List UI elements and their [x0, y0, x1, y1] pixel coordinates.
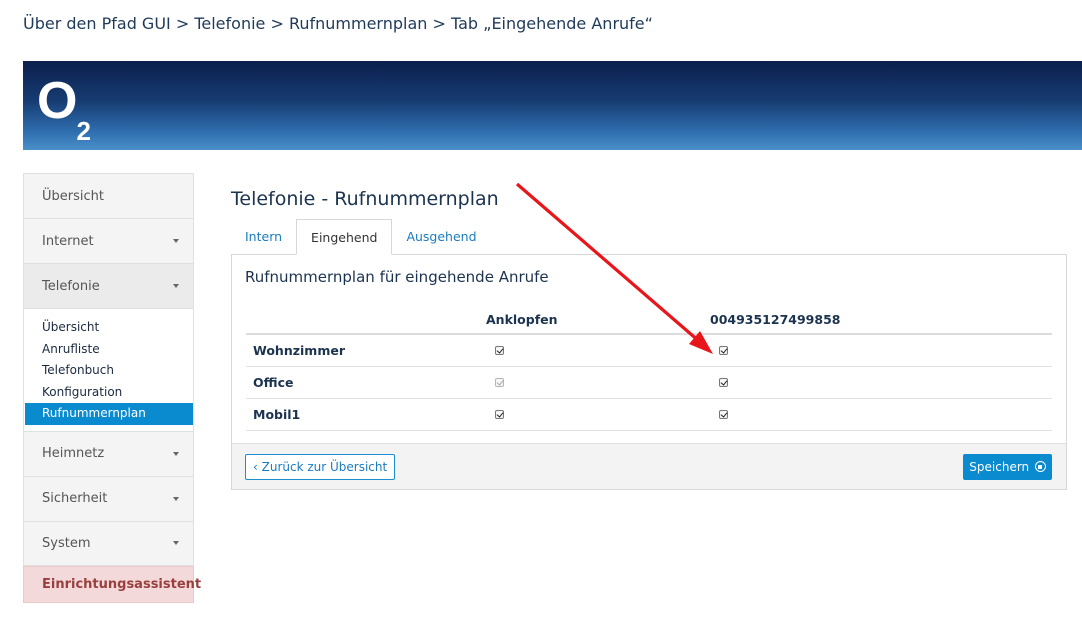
content-panel: Rufnummernplan für eingehende Anrufe Ank… [231, 254, 1067, 490]
row-label: Office [253, 375, 294, 390]
panel-footer: ‹ Zurück zur Übersicht Speichern [232, 443, 1066, 489]
telefonie-subnav: Übersicht Anrufliste Telefonbuch Konfigu… [23, 308, 194, 431]
table-row: Office [246, 367, 1052, 399]
sidebar: Übersicht Internet Telefonie Übersicht A… [23, 173, 201, 603]
subnav-item-konfiguration[interactable]: Konfiguration [24, 382, 193, 404]
save-icon [1035, 461, 1046, 472]
column-header-number: 004935127499858 [710, 312, 841, 327]
save-button-label: Speichern [969, 460, 1030, 474]
number-checkbox[interactable] [719, 410, 728, 419]
tab-ausgehend[interactable]: Ausgehend [392, 219, 490, 255]
table-row: Wohnzimmer [246, 335, 1052, 367]
column-header-anklopfen: Anklopfen [486, 312, 558, 327]
tab-bar: Intern Eingehend Ausgehend [231, 219, 491, 255]
anklopfen-checkbox [495, 378, 504, 387]
caret-down-icon [173, 496, 179, 501]
logo-letter: O [37, 72, 78, 130]
panel-title: Rufnummernplan für eingehende Anrufe [245, 268, 549, 286]
table-row: Mobil1 [246, 399, 1052, 431]
number-plan-table: Anklopfen 004935127499858 Wohnzimmer Off… [246, 307, 1052, 431]
sidebar-item-label: Telefonie [42, 278, 100, 294]
o2-logo[interactable]: O2 [37, 71, 91, 147]
subnav-item-uebersicht[interactable]: Übersicht [24, 317, 193, 339]
subnav-item-anrufliste[interactable]: Anrufliste [24, 339, 193, 361]
sidebar-item-uebersicht[interactable]: Übersicht [23, 173, 194, 218]
sidebar-item-label: System [42, 535, 91, 551]
sidebar-item-label: Übersicht [42, 188, 104, 204]
caret-down-icon [173, 541, 179, 545]
sidebar-item-label: Sicherheit [42, 491, 108, 506]
caret-down-icon [173, 284, 179, 288]
tab-intern[interactable]: Intern [231, 219, 296, 255]
caret-down-icon [173, 451, 179, 456]
sidebar-item-system[interactable]: System [23, 520, 194, 566]
sidebar-item-label: Internet [42, 233, 94, 249]
number-checkbox[interactable] [719, 346, 728, 355]
subnav-item-telefonbuch[interactable]: Telefonbuch [24, 360, 193, 382]
sidebar-item-einrichtungsassistent[interactable]: Einrichtungsassistent [23, 565, 201, 603]
table-header: Anklopfen 004935127499858 [246, 307, 1052, 335]
tab-eingehend[interactable]: Eingehend [296, 219, 393, 255]
caption: Über den Pfad GUI > Telefonie > Rufnumme… [23, 14, 653, 33]
subnav-item-rufnummernplan[interactable]: Rufnummernplan [25, 403, 193, 425]
logo-subscript: 2 [76, 116, 91, 146]
header-banner: O2 [23, 61, 1082, 150]
sidebar-item-label: Heimnetz [42, 446, 105, 461]
anklopfen-checkbox[interactable] [495, 410, 504, 419]
row-label: Wohnzimmer [253, 343, 345, 358]
save-button[interactable]: Speichern [963, 454, 1052, 480]
sidebar-item-telefonie[interactable]: Telefonie [23, 263, 194, 308]
sidebar-item-internet[interactable]: Internet [23, 218, 194, 263]
number-checkbox[interactable] [719, 378, 728, 387]
back-button[interactable]: ‹ Zurück zur Übersicht [245, 454, 396, 480]
row-label: Mobil1 [253, 407, 301, 422]
caret-down-icon [173, 239, 179, 243]
page-title: Telefonie - Rufnummernplan [231, 188, 499, 210]
sidebar-item-heimnetz[interactable]: Heimnetz [23, 430, 194, 476]
anklopfen-checkbox[interactable] [495, 346, 504, 355]
sidebar-item-sicherheit[interactable]: Sicherheit [23, 475, 194, 521]
